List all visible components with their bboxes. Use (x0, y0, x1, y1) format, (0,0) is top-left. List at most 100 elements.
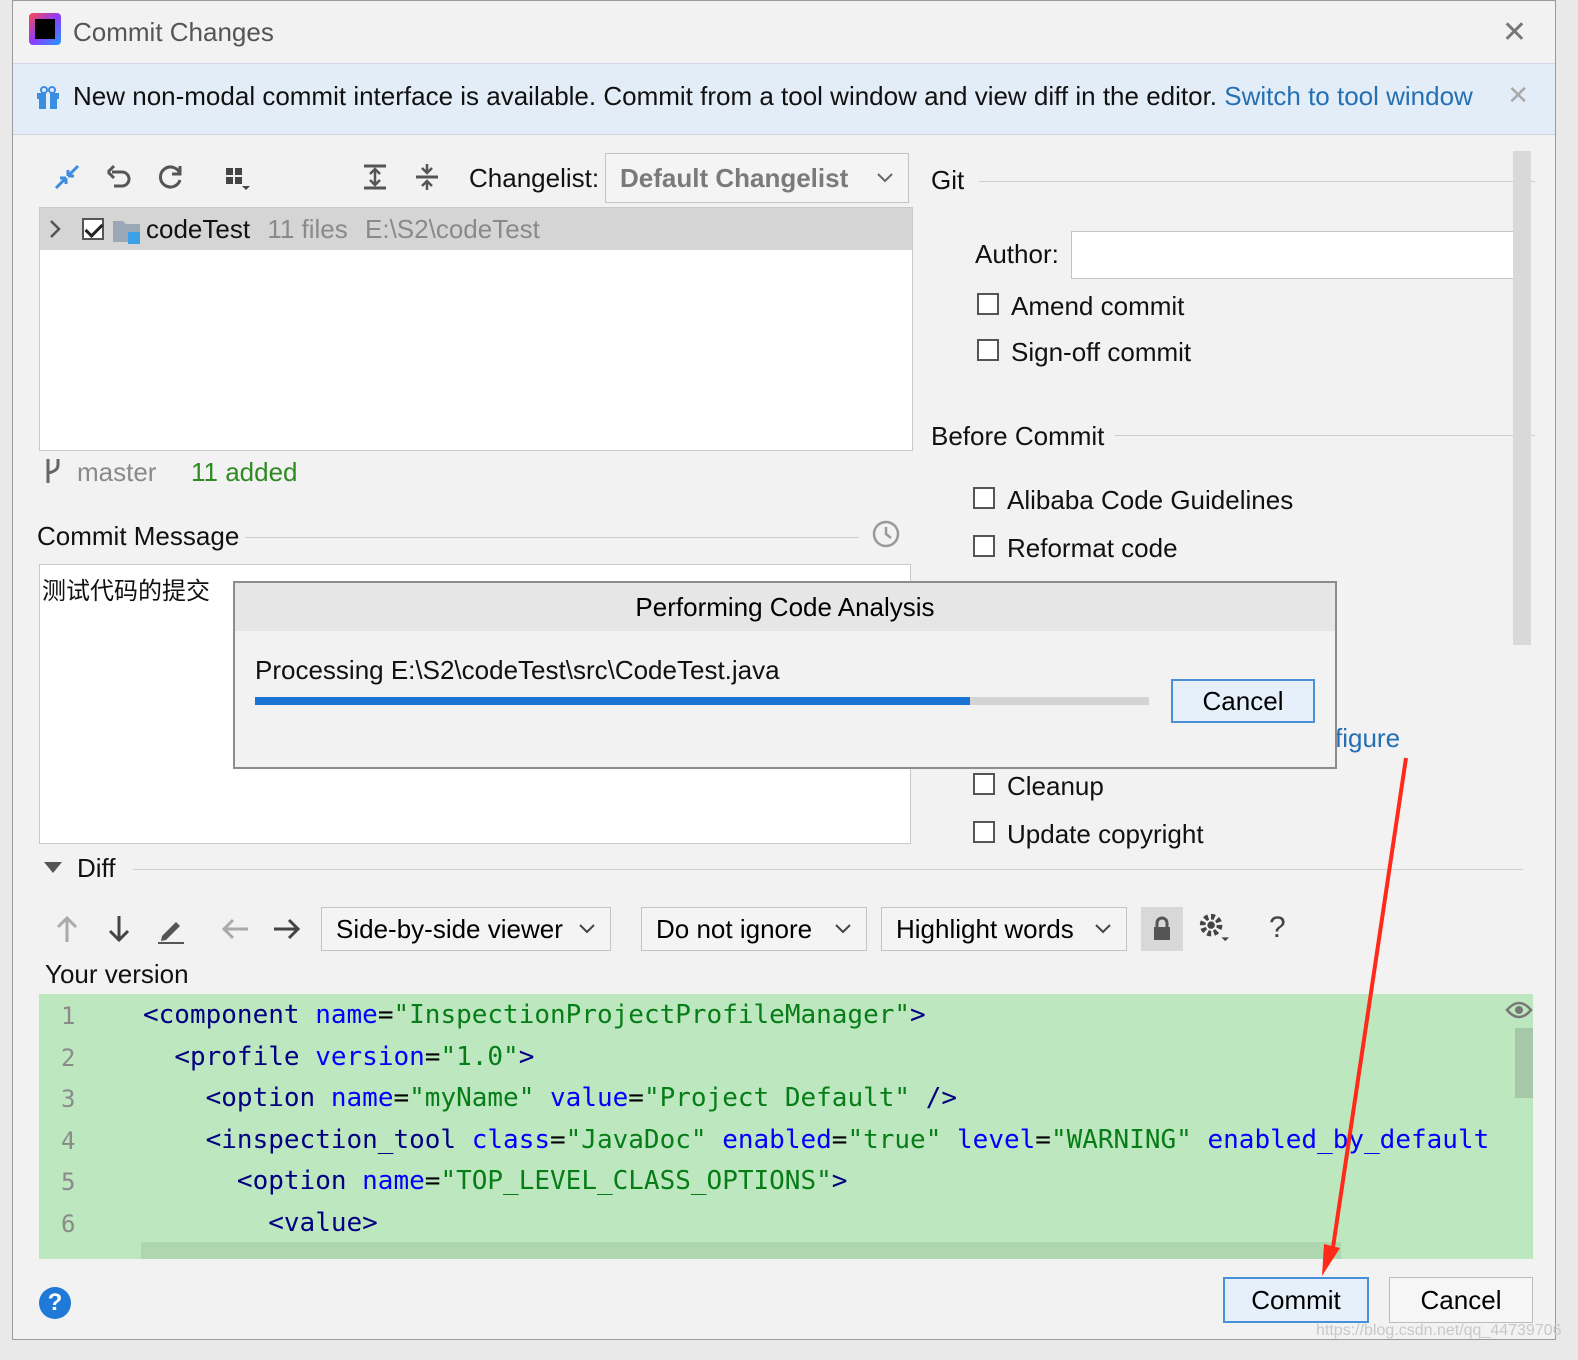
git-separator (979, 181, 1535, 182)
code-attr-name: class (456, 1124, 550, 1155)
branch-icon (46, 459, 60, 483)
code-tag-end: > (831, 1166, 848, 1197)
changelist-label: Changelist: (469, 163, 600, 193)
code-line: <option name="myName" value="Project Def… (143, 1083, 957, 1113)
editor-scrollbar[interactable] (1515, 1028, 1533, 1098)
reformat-code-checkbox[interactable] (973, 535, 995, 557)
git-section-label: Git (931, 165, 965, 195)
highlight-dropdown[interactable]: Highlight words (881, 907, 1127, 951)
collapse-all-icon[interactable] (411, 161, 443, 193)
amend-commit-checkbox[interactable] (977, 293, 999, 315)
diff-help-icon[interactable]: ? (1269, 911, 1286, 945)
author-label: Author: (975, 239, 1059, 269)
code-line: <component name="InspectionProjectProfil… (143, 1000, 926, 1030)
changes-tree[interactable]: codeTest 11 files E:\S2\codeTest (39, 207, 913, 451)
code-tag: <inspection_tool (205, 1124, 457, 1155)
code-tag: <option (236, 1166, 347, 1197)
history-clock-icon[interactable] (871, 519, 901, 549)
alibaba-guidelines-checkbox[interactable] (973, 487, 995, 509)
code-tag-end: > (362, 1208, 378, 1238)
code-attr-name: name (299, 1000, 378, 1030)
code-line: <profile version="1.0"> (143, 1042, 534, 1072)
code-line: <value> (143, 1208, 378, 1238)
code-tag: <profile (174, 1041, 300, 1072)
commit-message-label: Commit Message (37, 521, 240, 551)
ignore-dropdown[interactable]: Do not ignore (641, 907, 867, 951)
code-tag: <option (205, 1083, 316, 1114)
update-copyright-label: Update copyright (1007, 819, 1204, 849)
settings-gear-icon[interactable] (1197, 911, 1229, 943)
code-attr-value: "true" (847, 1124, 942, 1155)
code-attr-value: "TOP_LEVEL_CLASS_OPTIONS" (440, 1166, 832, 1197)
analysis-cancel-button[interactable]: Cancel (1171, 679, 1315, 723)
code-tag: <value (268, 1208, 363, 1238)
viewer-dropdown[interactable]: Side-by-side viewer (321, 907, 611, 951)
back-arrow-icon[interactable] (219, 913, 251, 945)
notification-banner: New non-modal commit interface is availa… (13, 63, 1555, 135)
signoff-commit-label: Sign-off commit (1011, 337, 1192, 367)
refresh-icon[interactable] (155, 161, 187, 193)
line-number: 3 (61, 1085, 76, 1114)
amend-commit-label: Amend commit (1011, 291, 1185, 321)
code-tag-end: > (910, 1000, 926, 1030)
code-attr-name: name (315, 1083, 394, 1114)
right-panel-scrollbar[interactable] (1513, 151, 1531, 645)
chevron-down-icon (877, 173, 893, 183)
banner-text: New non-modal commit interface is availa… (73, 81, 1218, 111)
code-attr-name: enabled_by_default (1191, 1124, 1490, 1155)
close-icon[interactable]: ✕ (1502, 15, 1527, 50)
collapse-triangle-icon[interactable] (43, 861, 63, 875)
tree-row-codetest[interactable]: codeTest 11 files E:\S2\codeTest (40, 208, 912, 250)
tree-node-path: E:\S2\codeTest (365, 214, 540, 244)
help-button[interactable]: ? (39, 1287, 71, 1319)
lock-icon[interactable] (1141, 907, 1183, 951)
cleanup-checkbox[interactable] (973, 773, 995, 795)
edit-source-icon[interactable] (155, 913, 187, 945)
author-input[interactable] (1071, 231, 1529, 279)
code-attr-name: version (299, 1041, 425, 1072)
code-attr-value: "WARNING" (1050, 1124, 1192, 1155)
cancel-button[interactable]: Cancel (1389, 1277, 1533, 1323)
switch-to-tool-window-link[interactable]: Switch to tool window (1224, 81, 1473, 111)
line-number: 6 (61, 1210, 76, 1238)
line-number: 1 (61, 1002, 76, 1030)
codetest-checkbox[interactable] (82, 218, 104, 240)
your-version-label: Your version (45, 959, 189, 989)
diff-editor[interactable]: 1 <component name="InspectionProjectProfi… (39, 994, 1533, 1259)
eye-icon[interactable] (1505, 1000, 1533, 1020)
expand-all-icon[interactable] (359, 161, 391, 193)
code-attr-value: "Project Default" (643, 1083, 911, 1114)
title-bar: Commit Changes ✕ (13, 1, 1555, 61)
next-difference-icon[interactable] (103, 913, 135, 945)
intellij-logo-icon (29, 13, 61, 45)
before-commit-separator (1115, 435, 1535, 436)
folder-icon (113, 221, 140, 244)
changelist-value: Default Changelist (620, 162, 849, 193)
group-by-icon[interactable] (221, 161, 253, 193)
banner-message: New non-modal commit interface is availa… (73, 81, 1473, 112)
banner-close-icon[interactable]: ✕ (1507, 80, 1529, 111)
code-equals: = (1035, 1124, 1051, 1155)
rollback-icon[interactable] (103, 161, 135, 193)
signoff-commit-checkbox[interactable] (977, 339, 999, 361)
code-equals: = (377, 1000, 394, 1030)
window-title: Commit Changes (73, 17, 274, 47)
configure-link[interactable]: figure (1335, 723, 1400, 754)
previous-difference-icon[interactable] (51, 913, 83, 945)
changelist-dropdown[interactable]: Default Changelist (605, 153, 909, 203)
partial-line-7 (141, 1242, 1341, 1259)
chevron-right-icon[interactable] (48, 219, 62, 239)
forward-arrow-icon[interactable] (271, 913, 303, 945)
highlight-value: Highlight words (896, 913, 1074, 944)
viewer-value: Side-by-side viewer (336, 913, 563, 944)
commit-dialog: Commit Changes ✕ New non-modal commit in… (12, 0, 1556, 1340)
line-number: 5 (61, 1168, 76, 1197)
code-analysis-dialog: Performing Code Analysis Processing E:\S… (233, 581, 1337, 769)
commit-button[interactable]: Commit (1223, 1277, 1369, 1323)
chevron-down-icon (835, 924, 851, 934)
update-copyright-checkbox[interactable] (973, 821, 995, 843)
show-diff-icon[interactable] (51, 161, 83, 193)
alibaba-guidelines-label: Alibaba Code Guidelines (1007, 485, 1294, 515)
diff-label: Diff (77, 853, 116, 883)
